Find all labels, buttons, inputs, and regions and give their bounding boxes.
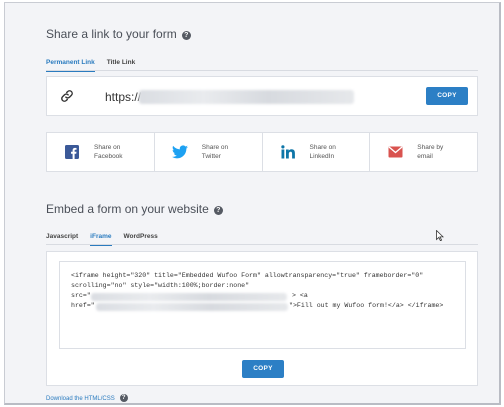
share-email-label: Share by email: [417, 144, 444, 160]
tab-divider: [46, 70, 478, 71]
email-icon: [387, 144, 403, 160]
share-twitter-button[interactable]: Share on Twitter: [155, 133, 263, 171]
link-icon: [60, 89, 74, 108]
copy-embed-button[interactable]: COPY: [242, 360, 284, 378]
code-line-4-end: ">Fill out my Wufoo form!</a> </iframe>: [289, 302, 444, 309]
share-linkedin-button[interactable]: Share on LinkedIn: [263, 133, 371, 171]
copy-link-button[interactable]: COPY: [426, 87, 468, 105]
code-line-1: <iframe height="320" title="Embedded Wuf…: [71, 272, 424, 279]
mouse-cursor-icon: [436, 228, 445, 246]
share-twitter-label: Share on Twitter: [201, 144, 229, 160]
share-email-button[interactable]: Share by email: [370, 133, 477, 171]
embed-section-title: Embed a form on your website?: [46, 202, 223, 216]
code-line-3-start: src=": [71, 292, 91, 299]
twitter-icon: [171, 144, 188, 160]
share-options: Share on Facebook Share on Twitter Share o…: [46, 132, 478, 172]
linkedin-icon: [280, 144, 296, 160]
embed-code-panel: <iframe height="320" title="Embedded Wuf…: [46, 251, 478, 386]
help-icon[interactable]: ?: [213, 206, 223, 215]
share-section-title: Share a link to your form?: [46, 27, 191, 41]
share-title-text: Share a link to your form: [46, 27, 177, 41]
permanent-link-url[interactable]: https://: [105, 90, 141, 104]
share-panel: Share a link to your form? Permanent Lin…: [4, 2, 501, 405]
help-icon[interactable]: ?: [119, 394, 128, 402]
share-facebook-button[interactable]: Share on Facebook: [47, 133, 155, 171]
embed-code-textarea[interactable]: <iframe height="320" title="Embedded Wuf…: [59, 261, 466, 349]
code-line-2: scrolling="no" style="width:100%;border:…: [71, 282, 250, 289]
redacted-url: [139, 90, 354, 104]
share-linkedin-label: Share on LinkedIn: [309, 144, 336, 160]
facebook-icon: [64, 144, 80, 160]
download-link-text[interactable]: Download the HTML/CSS: [46, 396, 115, 402]
redacted-src: [91, 293, 287, 301]
redacted-href: [96, 303, 288, 311]
share-facebook-label: Share on Facebook: [94, 144, 123, 160]
code-line-4-start: href=": [71, 302, 95, 309]
embed-title-text: Embed a form on your website: [46, 202, 209, 216]
tab-divider: [46, 244, 478, 245]
permanent-link-box: https:// COPY: [46, 76, 478, 116]
download-html-css-link[interactable]: Download the HTML/CSS?: [46, 394, 128, 402]
code-line-3-end: > <a: [292, 292, 308, 299]
help-icon[interactable]: ?: [181, 31, 191, 40]
